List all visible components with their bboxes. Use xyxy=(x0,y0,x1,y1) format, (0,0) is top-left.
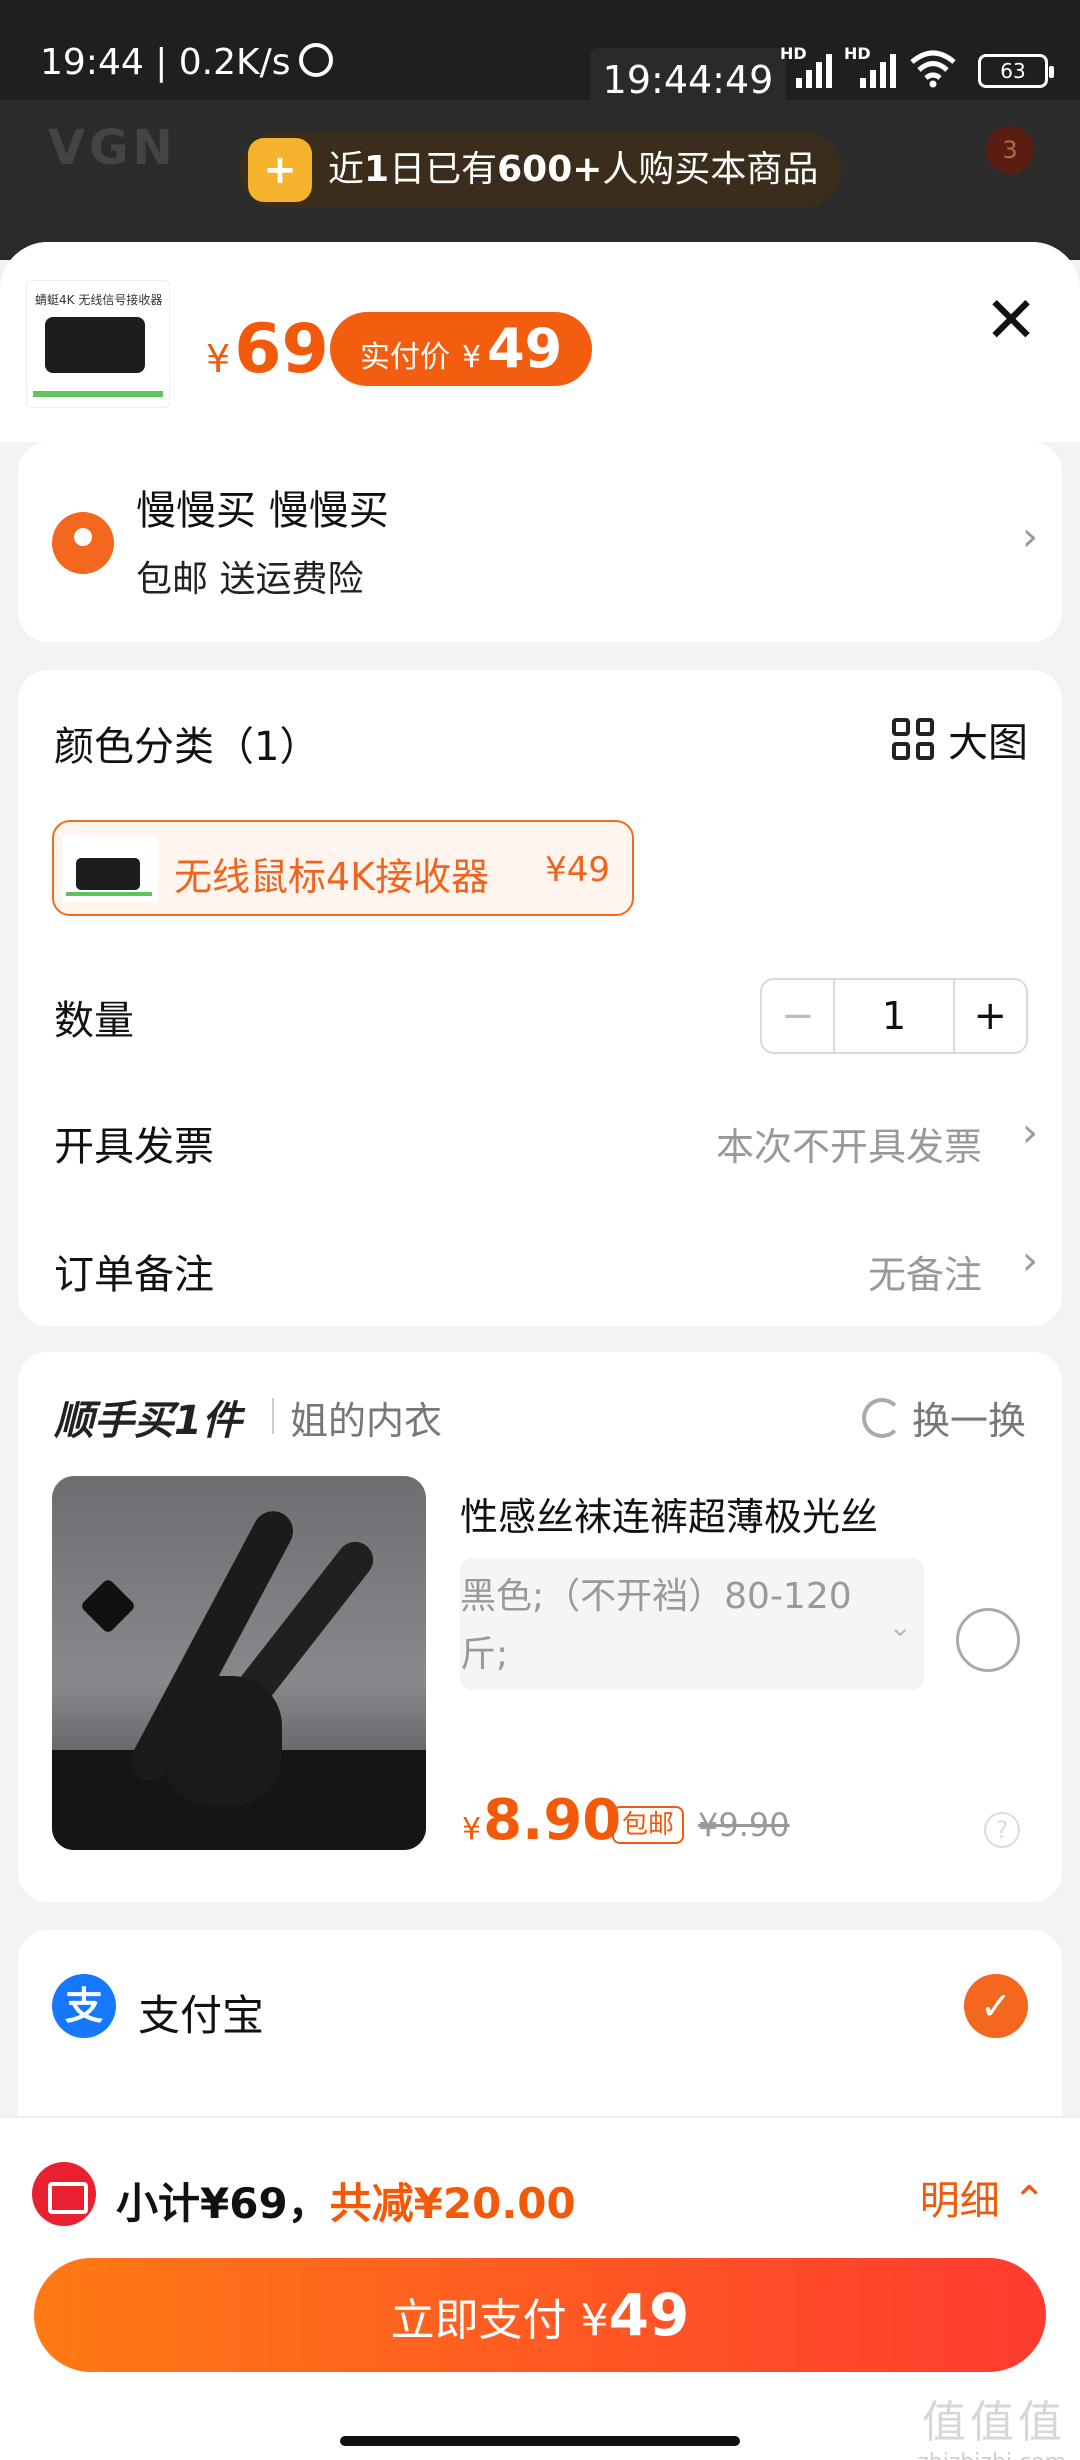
shopping-bag-icon: + xyxy=(248,138,312,202)
subtotal-text: 小计¥69， xyxy=(116,2179,330,2228)
addon-select-radio[interactable] xyxy=(956,1608,1020,1672)
invoice-value[interactable]: 本次不开具发票 xyxy=(716,1116,982,1171)
invoice-label: 开具发票 xyxy=(54,1124,214,1170)
alipay-icon: 支 xyxy=(52,1974,116,2038)
quantity-stepper: − 1 + xyxy=(760,978,1028,1054)
subtotal: 小计¥69，共减¥20.00 xyxy=(116,2170,576,2231)
shipping-info: 包邮 送运费险 xyxy=(136,559,364,600)
divider xyxy=(272,1398,274,1434)
battery-icon: 63 xyxy=(978,54,1054,88)
help-icon[interactable]: ? xyxy=(984,1812,1020,1848)
addon-option-text: 黑色;（不开裆）80-120斤; xyxy=(460,1576,852,1675)
banner-mid: 日已有 xyxy=(389,149,498,190)
addon-card: 顺手买1件 姐的内衣 换一换 性感丝袜连裤超薄极光丝 黑色;（不开裆）80-12… xyxy=(18,1352,1062,1902)
refresh-icon xyxy=(861,1397,902,1438)
status-icons: HD HD 63 xyxy=(780,44,1054,88)
swap-button[interactable]: 换一换 xyxy=(861,1390,1026,1445)
quantity-label: 数量 xyxy=(54,998,134,1044)
spec-card: 颜色分类（1） 大图 无线鼠标4K接收器 ¥49 数量 − 1 + 开具发票 本… xyxy=(18,670,1062,1326)
product-thumbnail[interactable]: 蜻蜓4K 无线信号接收器 xyxy=(26,280,170,408)
store-logo: VGN xyxy=(48,120,177,176)
banner-days: 1 xyxy=(364,149,390,190)
variant-name: 无线鼠标4K接收器 xyxy=(174,855,490,899)
quantity-input[interactable]: 1 xyxy=(835,980,955,1052)
banner-count: 600+ xyxy=(497,149,603,190)
alarm-icon xyxy=(298,43,333,77)
address-card[interactable]: 慢慢买 慢慢买 包邮 送运费险 › xyxy=(18,442,1062,642)
thumbnail-strip xyxy=(33,391,163,397)
wifi-icon xyxy=(910,50,956,88)
addon-price: ¥8.90 xyxy=(462,1788,621,1853)
discount-text: 共减¥20.00 xyxy=(329,2179,576,2228)
actual-price-currency: ¥ xyxy=(462,340,482,375)
chevron-right-icon[interactable]: › xyxy=(1022,1238,1038,1284)
variant-price: ¥49 xyxy=(545,850,610,890)
order-note-value[interactable]: 无备注 xyxy=(868,1244,982,1299)
cart-badge: 3 xyxy=(986,126,1034,174)
increase-button[interactable]: + xyxy=(955,980,1026,1052)
sheet-header: 蜻蜓4K 无线信号接收器 ¥69 实付价 ¥49 ✕ xyxy=(0,242,1080,442)
addon-category: 姐的内衣 xyxy=(290,1399,443,1443)
actual-price-pill: 实付价 ¥49 xyxy=(330,312,593,386)
time-speed-text: 19:44 | 0.2K/s xyxy=(40,42,291,83)
addon-price-currency: ¥ xyxy=(462,1812,482,1847)
detail-button[interactable]: 明细 ⌃ xyxy=(920,2168,1046,2226)
status-time: 19:44 | 0.2K/s xyxy=(40,42,333,83)
addon-product-image[interactable] xyxy=(52,1476,426,1850)
close-icon[interactable]: ✕ xyxy=(982,289,1040,353)
status-bar: 19:44 | 0.2K/s 19:44:49 HD HD 63 xyxy=(0,0,1080,112)
watermark: 值值值 zhizhizhi.com xyxy=(917,2386,1066,2460)
chevron-right-icon[interactable]: › xyxy=(1022,1110,1038,1156)
home-indicator[interactable] xyxy=(340,2436,740,2446)
color-category-title: 颜色分类（1） xyxy=(54,724,320,770)
pay-button-label: 立即支付 xyxy=(390,2295,581,2346)
sim1-label: HD xyxy=(780,44,807,63)
watermark-url: zhizhizhi.com xyxy=(917,2450,1066,2460)
location-pin-icon xyxy=(52,512,114,574)
checkmark-icon[interactable]: ✓ xyxy=(964,1974,1028,2038)
chevron-right-icon: › xyxy=(1022,514,1038,560)
coupon-icon xyxy=(32,2162,96,2226)
banner-suffix: 人购买本商品 xyxy=(602,149,819,190)
chevron-up-icon: ⌃ xyxy=(1012,2178,1046,2224)
swap-label: 换一换 xyxy=(911,1399,1026,1443)
actual-price-value: 49 xyxy=(487,317,563,380)
order-sheet: 蜻蜓4K 无线信号接收器 ¥69 实付价 ¥49 ✕ 慢慢买 慢慢买 包邮 送运费… xyxy=(0,242,1080,2460)
detail-label: 明细 xyxy=(919,2178,1000,2224)
sim2-label: HD xyxy=(844,44,871,63)
address-name: 慢慢买 慢慢买 xyxy=(136,488,389,534)
pay-button-amount: 49 xyxy=(608,2281,690,2349)
variant-thumbnail xyxy=(62,836,158,902)
banner-prefix: 近 xyxy=(328,149,365,190)
price-value: 69 xyxy=(234,310,329,389)
chevron-down-icon: ⌄ xyxy=(888,1610,912,1643)
free-shipping-badge: 包邮 xyxy=(612,1806,685,1844)
original-price: ¥9.90 xyxy=(698,1806,790,1844)
signal-2-icon: HD xyxy=(844,44,896,88)
big-image-label: 大图 xyxy=(948,720,1028,766)
payment-method-label: 支付宝 xyxy=(138,1991,265,2040)
variant-option-selected[interactable]: 无线鼠标4K接收器 ¥49 xyxy=(52,820,634,916)
signal-1-icon: HD xyxy=(780,44,832,88)
receiver-image xyxy=(45,317,145,373)
addon-item-name[interactable]: 性感丝袜连裤超薄极光丝 xyxy=(460,1486,878,1541)
thumbnail-caption: 蜻蜓4K 无线信号接收器 xyxy=(35,293,163,307)
grid-icon xyxy=(892,718,934,760)
actual-price-label: 实付价 xyxy=(360,340,450,375)
watermark-logo: 值值值 xyxy=(922,2397,1066,2448)
big-image-button[interactable]: 大图 xyxy=(892,710,1028,768)
price-currency: ¥ xyxy=(206,337,231,381)
addon-price-value: 8.90 xyxy=(483,1788,622,1853)
product-price: ¥69 xyxy=(206,310,329,389)
decrease-button[interactable]: − xyxy=(762,980,836,1052)
purchase-count-banner: + 近1日已有600+人购买本商品 xyxy=(240,132,843,208)
addon-option-select[interactable]: 黑色;（不开裆）80-120斤; ⌄ xyxy=(460,1558,924,1690)
floating-clock: 19:44:49 xyxy=(590,48,786,112)
pay-now-button[interactable]: 立即支付 ¥49 xyxy=(34,2258,1046,2372)
pay-button-currency: ¥ xyxy=(580,2295,609,2346)
addon-title: 顺手买1件 xyxy=(54,1398,242,1444)
order-note-label: 订单备注 xyxy=(54,1252,214,1298)
